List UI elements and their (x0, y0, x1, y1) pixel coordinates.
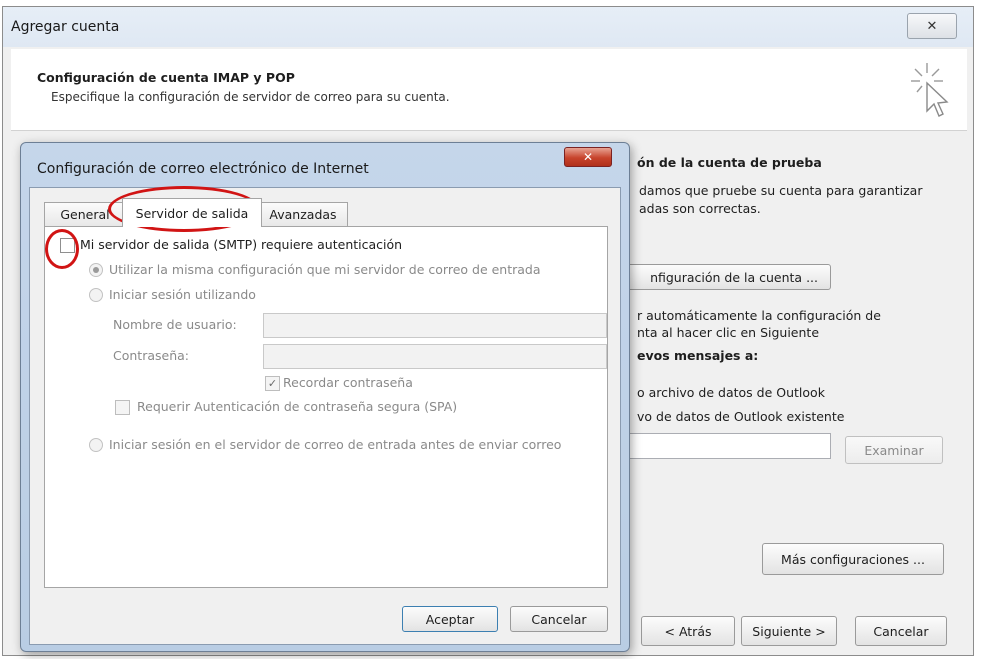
remember-password-checkbox[interactable]: ✓ (265, 376, 280, 391)
dialog-ok-button[interactable]: Aceptar (402, 606, 498, 632)
password-label: Contraseña: (113, 348, 189, 363)
tab-advanced[interactable]: Avanzadas (258, 202, 348, 226)
outer-title-bar: Agregar cuenta ✕ (3, 7, 973, 47)
username-label: Nombre de usuario: (113, 317, 237, 332)
outer-cancel-button[interactable]: Cancelar (855, 616, 947, 646)
new-data-file-option: o archivo de datos de Outlook (637, 385, 825, 400)
dialog-client-area: General Servidor de salida Avanzadas Mi … (29, 187, 621, 645)
log-on-incoming-first-label: Iniciar sesión en el servidor de correo … (109, 437, 562, 452)
test-settings-heading: ón de la cuenta de prueba (637, 155, 822, 170)
wizard-header: Configuración de cuenta IMAP y POP Espec… (11, 49, 967, 131)
dialog-close-button[interactable]: ✕ (564, 147, 612, 167)
outer-window-title: Agregar cuenta (11, 19, 120, 35)
outgoing-server-panel: Mi servidor de salida (SMTP) requiere au… (44, 226, 608, 588)
tab-outgoing-server[interactable]: Servidor de salida (122, 198, 262, 227)
password-input[interactable] (263, 344, 607, 369)
back-button[interactable]: < Atrás (641, 616, 735, 646)
test-settings-text-2: adas son correctas. (639, 201, 761, 216)
auto-test-text-2: nta al hacer clic en Siguiente (637, 325, 820, 340)
data-file-path-field[interactable] (615, 433, 831, 459)
spa-label: Requerir Autenticación de contraseña seg… (137, 399, 458, 414)
test-settings-text-1: damos que pruebe su cuenta para garantiz… (639, 183, 923, 198)
username-input[interactable] (263, 313, 607, 338)
radio-log-on-incoming-first[interactable] (89, 438, 103, 452)
dialog-title: Configuración de correo electrónico de I… (37, 161, 369, 177)
auto-test-text-1: r automáticamente la configuración de (637, 308, 881, 323)
wizard-cursor-icon (911, 63, 949, 117)
remember-password-label: Recordar contraseña (283, 375, 413, 390)
log-on-using-label: Iniciar sesión utilizando (109, 287, 256, 302)
checkbox-highlight-annotation (45, 229, 79, 269)
existing-data-file-option: vo de datos de Outlook existente (637, 409, 845, 424)
test-account-settings-button[interactable]: nfiguración de la cuenta ... (615, 264, 831, 290)
deliver-to-heading: evos mensajes a: (637, 348, 759, 363)
radio-use-same-settings[interactable] (89, 263, 103, 277)
wizard-header-title: Configuración de cuenta IMAP y POP (37, 70, 295, 85)
internet-email-settings-dialog: Configuración de correo electrónico de I… (20, 142, 630, 652)
close-icon: ✕ (926, 18, 938, 34)
dialog-cancel-button[interactable]: Cancelar (510, 606, 608, 632)
spa-checkbox[interactable] (115, 400, 130, 415)
browse-button[interactable]: Examinar (845, 436, 943, 464)
next-button[interactable]: Siguiente > (741, 616, 837, 646)
wizard-header-subtitle: Especifique la configuración de servidor… (51, 90, 450, 104)
checkmark-icon: ✓ (267, 377, 278, 390)
more-settings-button[interactable]: Más configuraciones ... (762, 543, 944, 575)
close-icon: ✕ (582, 150, 594, 164)
outer-close-button[interactable]: ✕ (907, 13, 957, 39)
use-same-settings-label: Utilizar la misma configuración que mi s… (109, 262, 541, 277)
smtp-auth-label: Mi servidor de salida (SMTP) requiere au… (80, 237, 403, 252)
radio-log-on-using[interactable] (89, 288, 103, 302)
